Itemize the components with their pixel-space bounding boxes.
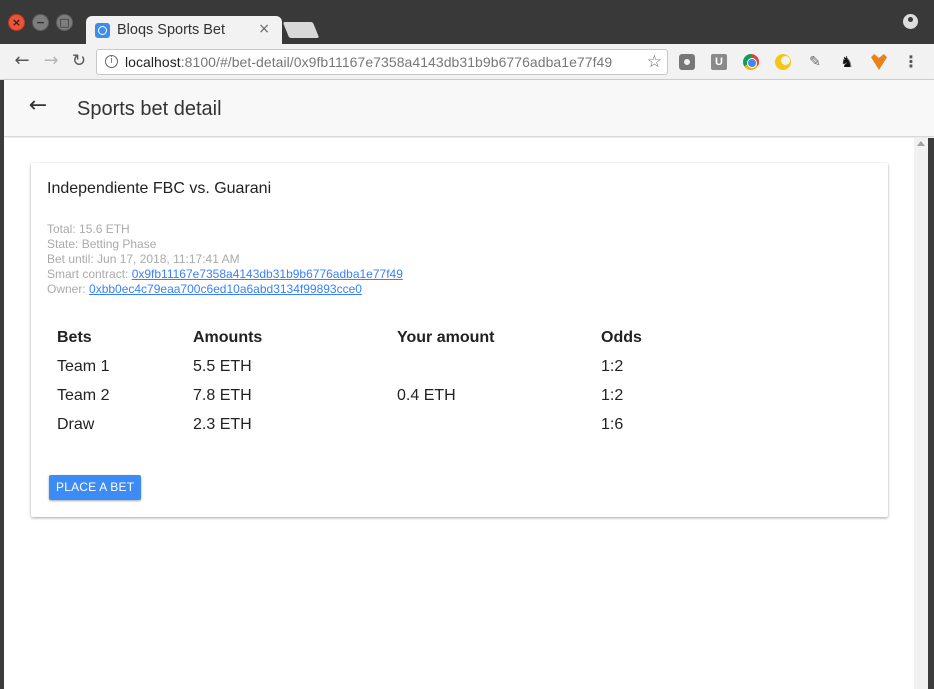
back-icon[interactable]: ← xyxy=(11,50,33,72)
header-amounts: Amounts xyxy=(193,328,263,346)
state-text: State: Betting Phase xyxy=(47,237,157,251)
app-favicon-icon xyxy=(95,23,110,38)
info-icon[interactable]: i xyxy=(105,55,118,68)
table-row: Team 2 7.8 ETH 0.4 ETH 1:2 xyxy=(47,381,791,410)
menu-icon[interactable]: ⋮ xyxy=(903,53,919,71)
page-title: Sports bet detail xyxy=(77,98,222,120)
window-maximize-button[interactable]: □ xyxy=(56,14,73,31)
bet-until-text: Bet until: Jun 17, 2018, 11:17:41 AM xyxy=(47,252,240,266)
owner-line: Owner: 0xbb0ec4c79eaa700c6ed10a6abd3134f… xyxy=(47,282,403,297)
browser-tab[interactable]: Bloqs Sports Bet × xyxy=(86,16,282,45)
scrollbar[interactable] xyxy=(914,138,928,689)
back-arrow-icon[interactable]: ← xyxy=(26,94,50,118)
content-area: Independiente FBC vs. Guarani Total: 15.… xyxy=(4,138,914,689)
bets-table: Bets Amounts Your amount Odds Team 1 5.5… xyxy=(47,323,791,439)
owner-link[interactable]: 0xbb0ec4c79eaa700c6ed10a6abd3134f99893cc… xyxy=(89,282,362,296)
header-bets: Bets xyxy=(57,328,92,346)
bet-amount: 2.3 ETH xyxy=(193,415,252,433)
place-bet-button[interactable]: PLACE A BET xyxy=(49,475,142,500)
chrome-icon[interactable] xyxy=(743,54,759,70)
navigation-bar: ← → ↻ i localhost:8100/#/bet-detail/0x9f… xyxy=(0,44,934,80)
forward-icon[interactable]: → xyxy=(40,50,62,72)
url-text[interactable]: localhost:8100/#/bet-detail/0x9fb11167e7… xyxy=(125,54,612,70)
bet-card: Independiente FBC vs. Guarani Total: 15.… xyxy=(31,163,888,517)
u-extension-icon[interactable]: U xyxy=(711,54,727,70)
bet-option: Team 1 xyxy=(57,357,110,375)
github-icon[interactable]: ♞ xyxy=(839,54,855,70)
table-row: Draw 2.3 ETH 1:6 xyxy=(47,410,791,439)
app-header: ← Sports bet detail xyxy=(4,80,934,137)
table-header-row: Bets Amounts Your amount Odds xyxy=(47,323,791,352)
window-close-button[interactable]: × xyxy=(8,14,25,31)
reload-icon[interactable]: ↻ xyxy=(68,50,90,72)
bet-option: Team 2 xyxy=(57,386,110,404)
url-path: :8100/#/bet-detail/0x9fb11167e7358a4143d… xyxy=(180,54,613,70)
table-row: Team 1 5.5 ETH 1:2 xyxy=(47,352,791,381)
bet-option: Draw xyxy=(57,415,95,433)
contract-label: Smart contract: xyxy=(47,267,132,281)
bet-odds: 1:6 xyxy=(601,415,624,433)
star-icon[interactable]: ☆ xyxy=(647,52,662,72)
moon-icon[interactable] xyxy=(775,54,791,70)
tab-title: Bloqs Sports Bet xyxy=(117,22,225,38)
tab-close-icon[interactable]: × xyxy=(258,21,270,37)
metamask-icon[interactable] xyxy=(871,54,887,70)
url-host: localhost xyxy=(125,54,181,70)
pencil-icon[interactable]: ✎ xyxy=(807,54,823,70)
camera-icon[interactable] xyxy=(679,54,695,70)
your-amount: 0.4 ETH xyxy=(397,386,456,404)
match-title: Independiente FBC vs. Guarani xyxy=(47,180,272,197)
tab-bar: × − □ Bloqs Sports Bet × xyxy=(0,0,934,45)
bet-odds: 1:2 xyxy=(601,386,624,404)
your-amount xyxy=(387,352,591,381)
bet-odds: 1:2 xyxy=(601,357,624,375)
contract-link[interactable]: 0x9fb11167e7358a4143db31b9b6776adba1e77f… xyxy=(132,267,403,281)
total-text: Total: 15.6 ETH xyxy=(47,222,130,236)
address-bar[interactable]: i localhost:8100/#/bet-detail/0x9fb11167… xyxy=(96,49,668,75)
contract-line: Smart contract: 0x9fb11167e7358a4143db31… xyxy=(47,267,403,282)
header-your-amount: Your amount xyxy=(397,328,495,346)
header-odds: Odds xyxy=(601,328,642,346)
bet-amount: 7.8 ETH xyxy=(193,386,252,404)
owner-label: Owner: xyxy=(47,282,90,296)
your-amount xyxy=(387,410,591,439)
scroll-up-arrow-icon[interactable] xyxy=(917,141,925,146)
window-edge xyxy=(928,138,934,689)
profile-icon[interactable] xyxy=(903,14,918,29)
bet-meta: Total: 15.6 ETH State: Betting Phase Bet… xyxy=(47,222,403,297)
new-tab-button[interactable] xyxy=(282,22,320,38)
window-minimize-button[interactable]: − xyxy=(32,14,49,31)
browser-window: × − □ Bloqs Sports Bet × ← → ↻ i localho… xyxy=(0,0,934,689)
bet-amount: 5.5 ETH xyxy=(193,357,252,375)
